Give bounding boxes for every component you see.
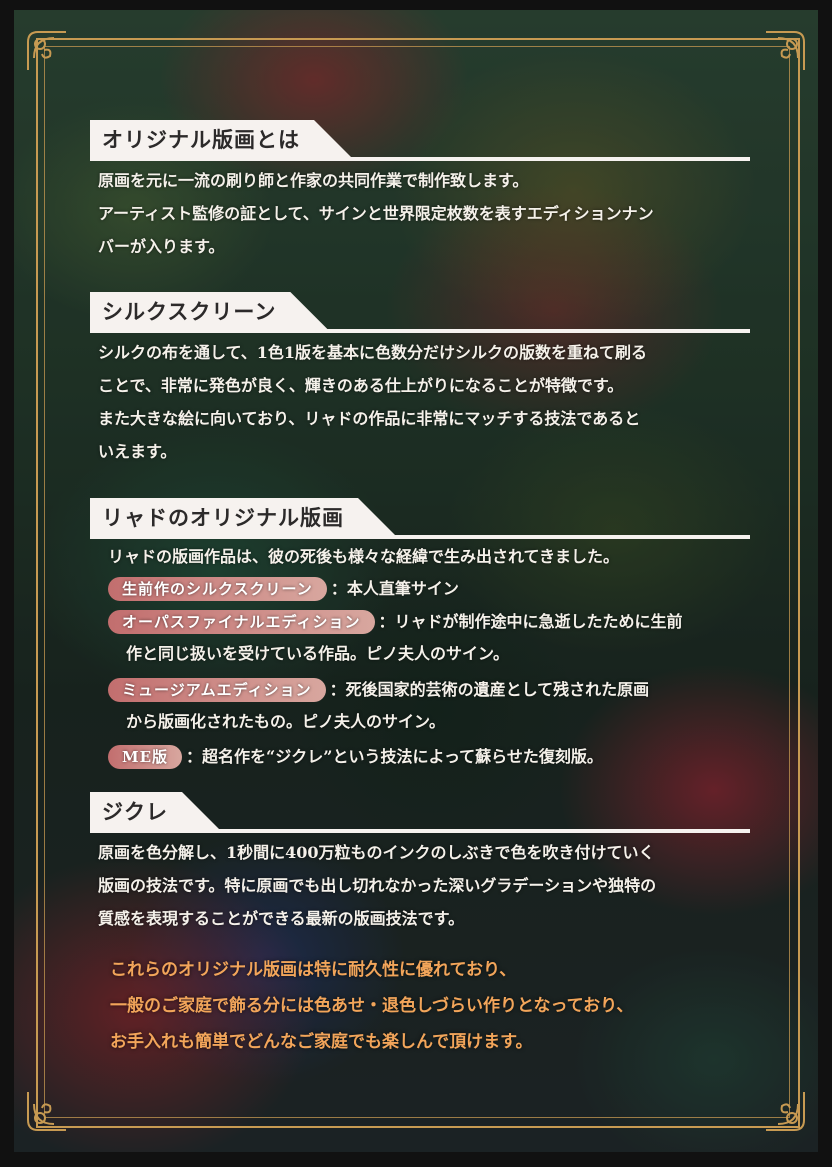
definition-item: オーパスファイナルエディション ：リャドが制作途中に急逝したために生前 作と同じ扱…: [108, 606, 748, 670]
body-line: 原画を色分解し、1秒間に400万粒ものインクのしぶきで色を吹き付けていく: [98, 843, 655, 862]
section-heading-rule: [90, 329, 750, 333]
section-heading-label: オリジナル版画とは: [90, 120, 354, 160]
closing-line: お手入れも簡単でどんなご家庭でも楽しんで頂けます。: [110, 1032, 533, 1052]
body-line: また大きな絵に向いており、リャドの作品に非常にマッチする技法であると: [98, 409, 641, 428]
section-heading-giclee: ジクレ: [90, 792, 750, 833]
section-intro: リャドの版画作品は、彼の死後も様々な経緯で生み出されてきました。: [108, 540, 758, 573]
definition-item: ME版 ：超名作を“ジクレ”という技法によって蘇らせた復刻版。: [108, 741, 748, 773]
flyer-card: オリジナル版画とは 原画を元に一流の刷り師と作家の共同作業で制作致します。 アー…: [14, 10, 818, 1152]
body-line: ことで、非常に発色が良く、輝きのある仕上がりになることが特徴です。: [98, 376, 624, 395]
definition-term-badge: ME版: [108, 745, 183, 769]
section-body-silkscreen: シルクの布を通して、1色1版を基本に色数分だけシルクの版数を重ねて刷る ことで、…: [98, 336, 748, 468]
section-heading-label: シルクスクリーン: [90, 292, 330, 332]
definition-item: 生前作のシルクスクリーン ：本人直筆サイン: [108, 573, 748, 605]
closing-message: これらのオリジナル版画は特に耐久性に優れており、 一般のご家庭で飾る分には色あせ…: [110, 952, 770, 1060]
definition-text: ：本人直筆サイン: [330, 579, 459, 598]
section-heading-lladro-prints: リャドのオリジナル版画: [90, 498, 750, 539]
body-line: 質感を表現することができる最新の版画技法です。: [98, 909, 465, 928]
body-line: リャドの版画作品は、彼の死後も様々な経緯で生み出されてきました。: [108, 547, 620, 566]
section-heading-label: リャドのオリジナル版画: [90, 498, 398, 538]
section-body-giclee: 原画を色分解し、1秒間に400万粒ものインクのしぶきで色を吹き付けていく 版画の…: [98, 836, 748, 935]
section-heading-silkscreen: シルクスクリーン: [90, 292, 750, 333]
section-heading-original-print: オリジナル版画とは: [90, 120, 750, 161]
section-heading-rule: [90, 157, 750, 161]
section-heading-rule: [90, 535, 750, 539]
definition-continuation: 作と同じ扱いを受けている作品。ピノ夫人のサイン。: [126, 644, 510, 663]
body-line: いえます。: [98, 442, 177, 461]
body-line: バーが入ります。: [98, 237, 225, 256]
body-line: シルクの布を通して、1色1版を基本に色数分だけシルクの版数を重ねて刷る: [98, 343, 647, 362]
definition-item: ミュージアムエディション ：死後国家的芸術の遺産として残された原画 から版画化され…: [108, 674, 748, 738]
body-line: 原画を元に一流の刷り師と作家の共同作業で制作致します。: [98, 171, 529, 190]
body-line: 版画の技法です。特に原画でも出し切れなかった深いグラデーションや独特の: [98, 876, 657, 895]
definition-text: ：超名作を“ジクレ”という技法によって蘇らせた復刻版。: [186, 747, 603, 766]
definition-continuation: から版画化されたもの。ピノ夫人のサイン。: [126, 712, 446, 731]
section-heading-rule: [90, 829, 750, 833]
definition-term-badge: オーパスファイナルエディション: [108, 610, 375, 634]
definition-term-badge: 生前作のシルクスクリーン: [108, 577, 327, 601]
definition-text: ：死後国家的芸術の遺産として残された原画: [329, 680, 650, 699]
body-line: アーティスト監修の証として、サインと世界限定枚数を表すエディションナン: [98, 204, 654, 223]
section-heading-label: ジクレ: [90, 792, 222, 832]
section-body-original-print: 原画を元に一流の刷り師と作家の共同作業で制作致します。 アーティスト監修の証とし…: [98, 164, 748, 263]
definition-term-badge: ミュージアムエディション: [108, 678, 326, 702]
flyer-content: オリジナル版画とは 原画を元に一流の刷り師と作家の共同作業で制作致します。 アー…: [14, 10, 818, 1152]
closing-line: 一般のご家庭で飾る分には色あせ・退色しづらい作りとなっており、: [110, 996, 634, 1016]
definition-text: ：リャドが制作途中に急逝したために生前: [378, 612, 683, 631]
closing-line: これらのオリジナル版画は特に耐久性に優れており、: [110, 960, 517, 980]
